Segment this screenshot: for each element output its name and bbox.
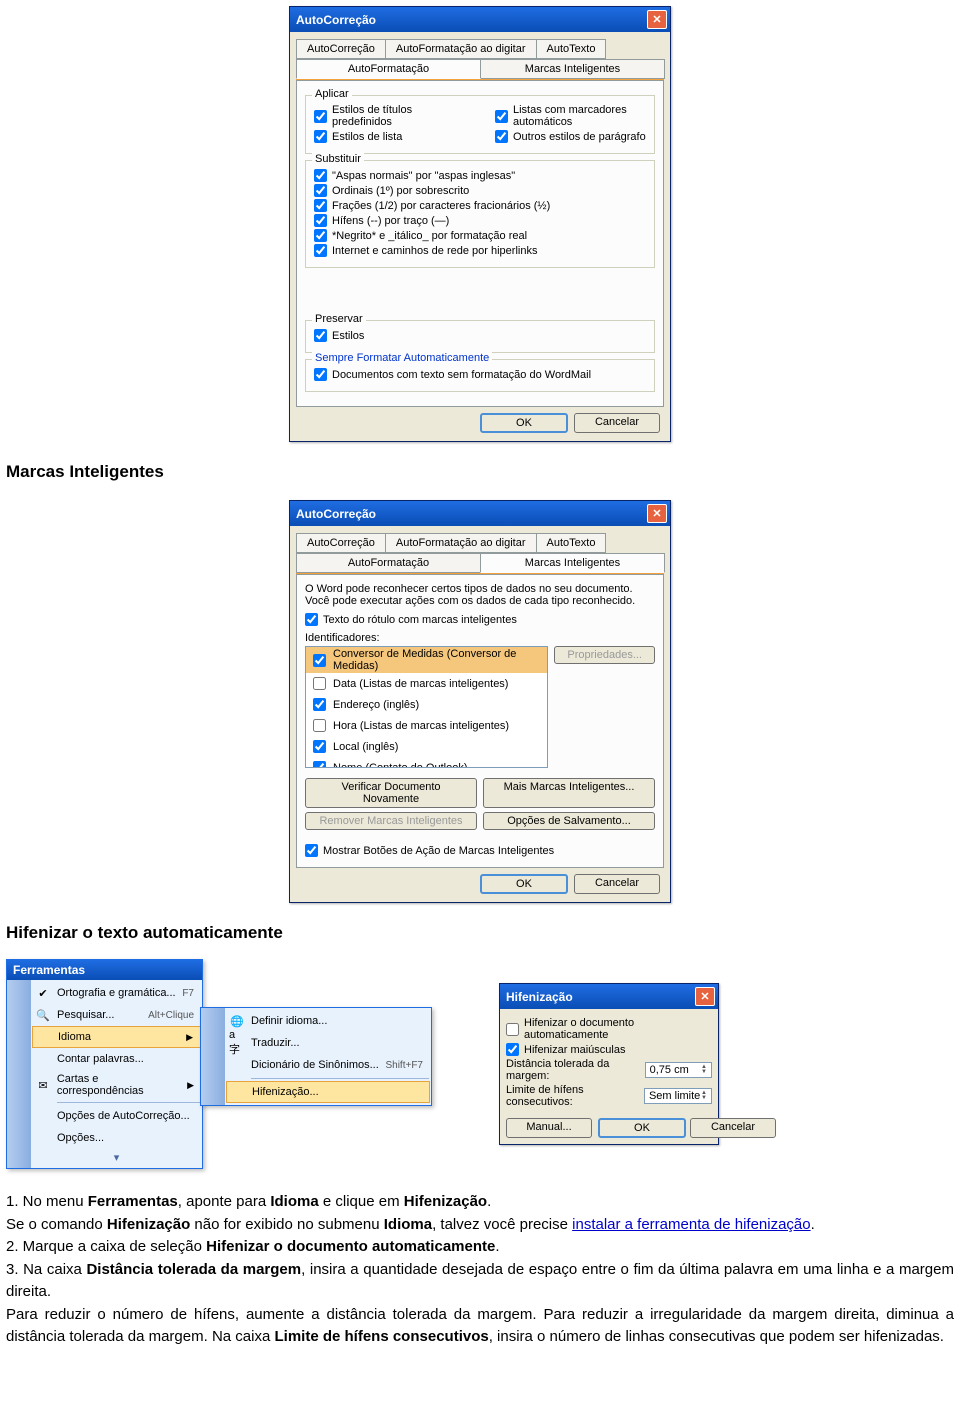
identificadores-list[interactable]: Conversor de Medidas (Conversor de Medid… (305, 646, 548, 768)
chk-hiperlinks[interactable] (314, 244, 327, 257)
expand-icon[interactable]: ▾ (31, 1149, 202, 1166)
tab-autoformatacao-digitar[interactable]: AutoFormatação ao digitar (385, 39, 537, 59)
close-icon[interactable]: ✕ (695, 987, 715, 1006)
spinner-icon[interactable]: ▲▼ (701, 1065, 707, 1075)
mais-marcas-button[interactable]: Mais Marcas Inteligentes... (483, 778, 655, 808)
cancel-button[interactable]: Cancelar (574, 874, 660, 894)
tab-autotexto[interactable]: AutoTexto (536, 533, 607, 553)
autocorrecao-autoformatacao-dialog: AutoCorreção ✕ AutoCorreção AutoFormataç… (289, 6, 671, 442)
close-icon[interactable]: ✕ (647, 10, 667, 29)
list-item: Hora (Listas de marcas inteligentes) (306, 715, 547, 736)
hifenizacao-dialog: Hifenização ✕ Hifenizar o documento auto… (499, 983, 719, 1145)
chk-mostrar-botoes[interactable] (305, 844, 318, 857)
group-preservar-label: Preservar (312, 313, 366, 325)
menu-strip (7, 980, 31, 1168)
tab-marcas-inteligentes[interactable]: Marcas Inteligentes (480, 553, 665, 573)
tab-autocorrecao[interactable]: AutoCorreção (296, 39, 386, 59)
ok-button[interactable]: OK (480, 874, 568, 894)
idioma-submenu: 🌐Definir idioma... a字Traduzir... Dicioná… (200, 1007, 432, 1106)
group-substituir-label: Substituir (312, 153, 364, 165)
section-hifenizar: Hifenizar o texto automaticamente (0, 917, 960, 955)
group-aplicar-label: Aplicar (312, 88, 352, 100)
opcoes-salvamento-button[interactable]: Opções de Salvamento... (483, 812, 655, 830)
translate-icon: a字 (229, 1035, 245, 1051)
check-icon: ✔ (35, 985, 51, 1001)
chk-hifenizar-auto[interactable] (506, 1023, 519, 1036)
remover-button[interactable]: Remover Marcas Inteligentes (305, 812, 477, 830)
lim-label: Limite de hífens consecutivos: (506, 1084, 644, 1108)
separator (57, 1102, 200, 1103)
chk-ordinais[interactable] (314, 184, 327, 197)
chk-outros-estilos[interactable] (495, 130, 508, 143)
verificar-button[interactable]: Verificar Documento Novamente (305, 778, 477, 808)
menu-strip (201, 1008, 225, 1105)
mi-autocorrecao[interactable]: Opções de AutoCorreção... (31, 1105, 202, 1127)
mi-hifenizacao[interactable]: Hifenização... (226, 1081, 430, 1103)
chk-fracoes[interactable] (314, 199, 327, 212)
chk-titulos[interactable] (314, 110, 327, 123)
title: Hifenização (506, 990, 573, 1004)
menu-title: Ferramentas (7, 960, 202, 980)
mi-cartas[interactable]: ✉Cartas e correspondências▶ (31, 1070, 202, 1100)
cancel-button[interactable]: Cancelar (574, 413, 660, 433)
chk-hifenizar-maiusculas[interactable] (506, 1043, 519, 1056)
tab-autocorrecao[interactable]: AutoCorreção (296, 533, 386, 553)
mi-definir-idioma[interactable]: 🌐Definir idioma... (225, 1010, 431, 1032)
titlebar: AutoCorreção ✕ (290, 7, 670, 32)
tab-autotexto[interactable]: AutoTexto (536, 39, 607, 59)
dist-label: Distância tolerada da margem: (506, 1058, 645, 1082)
identificadores-label: Identificadores: (305, 632, 655, 644)
tab-marcas-inteligentes[interactable]: Marcas Inteligentes (480, 59, 665, 79)
list-item: Conversor de Medidas (Conversor de Medid… (306, 647, 547, 673)
chk-aspas[interactable] (314, 169, 327, 182)
dist-input[interactable]: 0,75 cm▲▼ (645, 1062, 712, 1078)
chk-lista[interactable] (314, 130, 327, 143)
cancel-button[interactable]: Cancelar (690, 1118, 776, 1138)
chk-marcadores[interactable] (495, 110, 508, 123)
list-item: Data (Listas de marcas inteligentes) (306, 673, 547, 694)
chk-hifens[interactable] (314, 214, 327, 227)
chevron-right-icon: ▶ (187, 1080, 194, 1091)
mi-contar[interactable]: Contar palavras... (31, 1048, 202, 1070)
title: AutoCorreção (296, 507, 376, 521)
close-icon[interactable]: ✕ (647, 504, 667, 523)
mi-ortografia[interactable]: ✔Ortografia e gramática...F7 (31, 982, 202, 1004)
lim-input[interactable]: Sem limite▲▼ (644, 1088, 712, 1104)
list-item: Endereço (inglês) (306, 694, 547, 715)
group-sempre-label: Sempre Formatar Automaticamente (312, 352, 492, 364)
ok-button[interactable]: OK (480, 413, 568, 433)
title: AutoCorreção (296, 13, 376, 27)
chevron-right-icon: ▶ (186, 1032, 193, 1043)
envelope-icon: ✉ (35, 1077, 51, 1093)
mi-sinonimos[interactable]: Dicionário de Sinônimos...Shift+F7 (225, 1054, 431, 1076)
globe-icon: 🌐 (229, 1013, 245, 1029)
mi-idioma[interactable]: Idioma▶ (32, 1026, 201, 1048)
chk-rotulo-marcas[interactable] (305, 613, 318, 626)
titlebar: AutoCorreção ✕ (290, 501, 670, 526)
tab-autoformatacao[interactable]: AutoFormatação (296, 553, 481, 573)
search-icon: 🔍 (35, 1007, 51, 1023)
section-marcas-inteligentes: Marcas Inteligentes (0, 456, 960, 494)
mi-opcoes[interactable]: Opções... (31, 1127, 202, 1149)
separator (251, 1078, 429, 1079)
ferramentas-menu: Ferramentas ✔Ortografia e gramática...F7… (6, 959, 203, 1169)
intro-text: O Word pode reconhecer certos tipos de d… (305, 583, 655, 607)
ok-button[interactable]: OK (598, 1118, 686, 1138)
tab-autoformatacao-digitar[interactable]: AutoFormatação ao digitar (385, 533, 537, 553)
propriedades-button[interactable]: Propriedades... (554, 646, 655, 664)
install-link[interactable]: instalar a ferramenta de hifenização (572, 1216, 810, 1233)
chk-estilos[interactable] (314, 329, 327, 342)
instructions-text: 1. No menu Ferramentas, aponte para Idio… (0, 1187, 960, 1361)
chk-negrito[interactable] (314, 229, 327, 242)
manual-button[interactable]: Manual... (506, 1118, 592, 1138)
titlebar: Hifenização ✕ (500, 984, 718, 1009)
list-item: Nome (Contato do Outlook) (306, 757, 547, 768)
mi-traduzir[interactable]: a字Traduzir... (225, 1032, 431, 1054)
mi-pesquisar[interactable]: 🔍Pesquisar...Alt+Clique (31, 1004, 202, 1026)
autocorrecao-marcas-dialog: AutoCorreção ✕ AutoCorreção AutoFormataç… (289, 500, 671, 903)
list-item: Local (inglês) (306, 736, 547, 757)
tab-autoformatacao[interactable]: AutoFormatação (296, 59, 481, 79)
chk-wordmail[interactable] (314, 368, 327, 381)
spinner-icon[interactable]: ▲▼ (701, 1091, 707, 1101)
